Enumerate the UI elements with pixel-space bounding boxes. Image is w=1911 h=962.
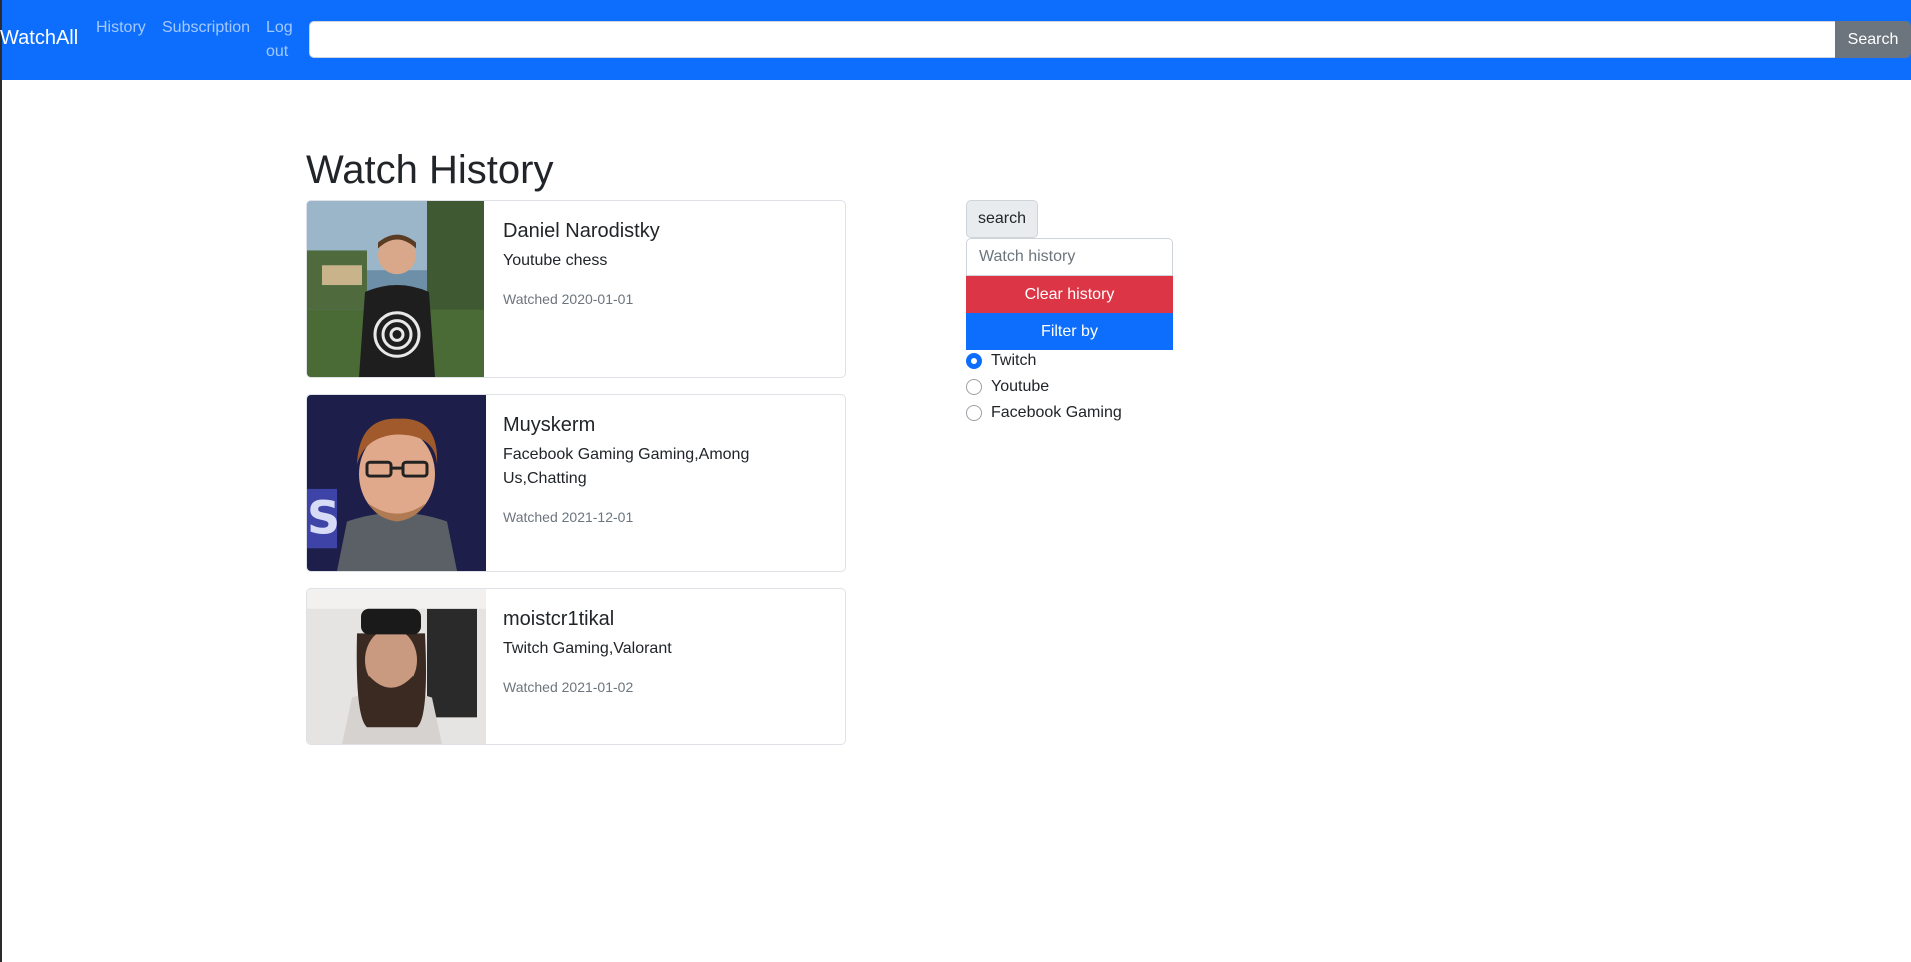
filter-option-twitch[interactable]: Twitch: [966, 352, 1036, 370]
filter-option-facebook-gaming[interactable]: Facebook Gaming: [966, 404, 1122, 422]
navbar: WatchAll History Subscription Log out Se…: [0, 0, 1911, 80]
clear-history-button[interactable]: Clear history: [966, 276, 1173, 313]
radio-unchecked-icon[interactable]: [966, 379, 982, 395]
streamer-thumbnail: [307, 201, 484, 377]
svg-text:S: S: [307, 492, 340, 545]
history-search-button[interactable]: search: [966, 200, 1038, 238]
streamer-tags: Facebook Gaming Gaming,Among Us,Chatting: [503, 446, 750, 487]
nav-link-logout[interactable]: Log out: [266, 16, 302, 64]
streamer-thumbnail: S: [307, 395, 486, 571]
filter-by-button[interactable]: Filter by: [966, 313, 1173, 350]
filter-option-youtube[interactable]: Youtube: [966, 378, 1049, 396]
radio-unchecked-icon[interactable]: [966, 405, 982, 421]
streamer-name: Daniel Narodistky: [503, 220, 660, 242]
navbar-search-button[interactable]: Search: [1835, 21, 1911, 58]
filter-label: Facebook Gaming: [991, 404, 1122, 421]
streamer-name: moistcr1tikal: [503, 608, 615, 630]
watch-history-search-input[interactable]: [966, 238, 1173, 276]
streamer-tags: Youtube chess: [503, 252, 608, 269]
streamer-name: Muyskerm: [503, 414, 596, 436]
navbar-search-input[interactable]: [309, 21, 1836, 58]
history-card[interactable]: moistcr1tikal Twitch Gaming,Valorant Wat…: [306, 588, 846, 745]
brand-logo[interactable]: WatchAll: [0, 27, 78, 50]
filter-label: Youtube: [991, 378, 1050, 395]
nav-link-subscription[interactable]: Subscription: [162, 16, 250, 40]
history-card[interactable]: S Muyskerm Facebook Gaming Gaming,Among …: [306, 394, 846, 572]
watched-date: Watched 2021-12-01: [503, 509, 634, 525]
nav-link-history[interactable]: History: [96, 16, 146, 40]
watched-date: Watched 2020-01-01: [503, 291, 634, 307]
streamer-tags: Twitch Gaming,Valorant: [503, 640, 672, 657]
history-card[interactable]: Daniel Narodistky Youtube chess Watched …: [306, 200, 846, 378]
radio-checked-icon[interactable]: [966, 353, 982, 369]
window-edge: [0, 0, 2, 962]
page-title: Watch History: [306, 148, 554, 192]
watched-date: Watched 2021-01-02: [503, 679, 634, 695]
streamer-thumbnail: [307, 589, 486, 744]
filter-label: Twitch: [991, 352, 1037, 369]
